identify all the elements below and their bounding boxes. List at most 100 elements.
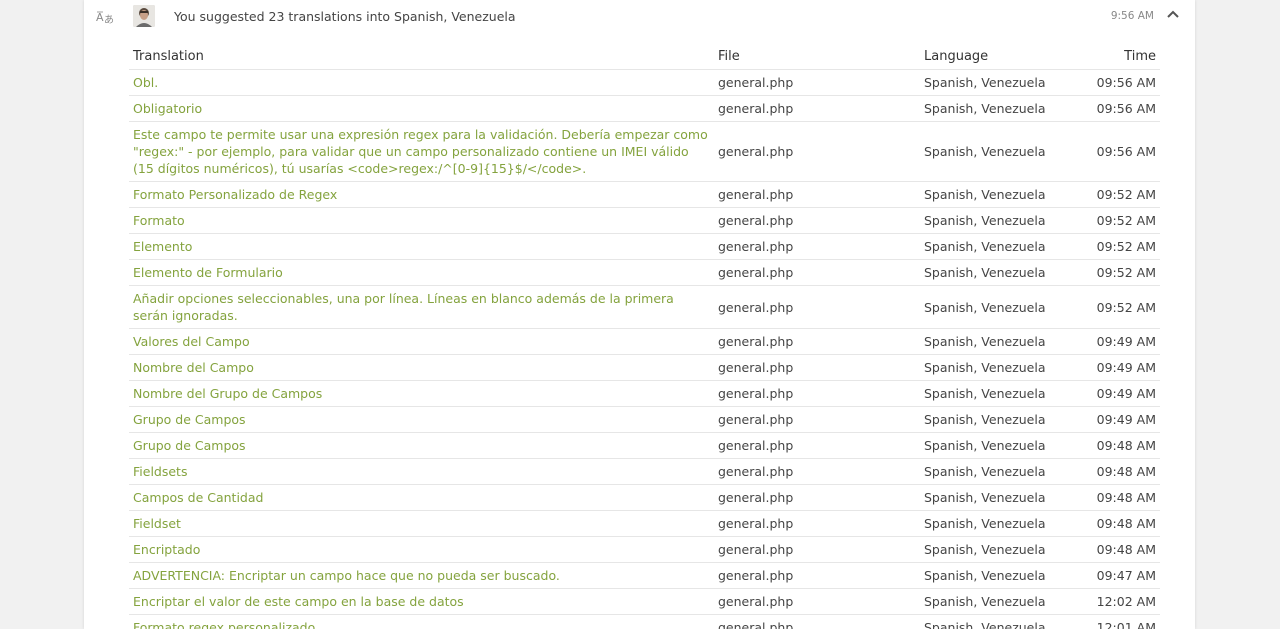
table-row: Encriptar el valor de este campo en la b… (129, 588, 1160, 615)
time-cell: 09:52 AM (1080, 259, 1160, 286)
language-cell: Spanish, Venezuela (920, 285, 1080, 329)
language-cell: Spanish, Venezuela (920, 536, 1080, 563)
file-cell: general.php (714, 121, 920, 182)
activity-time: 9:56 AM (1110, 10, 1154, 22)
language-cell: Spanish, Venezuela (920, 328, 1080, 355)
translation-link[interactable]: Obl. (133, 75, 158, 90)
table-row: Obl. general.php Spanish, Venezuela 09:5… (129, 69, 1160, 96)
chevron-up-icon[interactable] (1165, 6, 1181, 20)
file-cell: general.php (714, 614, 920, 629)
translation-link[interactable]: Obligatorio (133, 101, 202, 116)
table-row: Nombre del Grupo de Campos general.php S… (129, 380, 1160, 407)
translation-link[interactable]: Añadir opciones seleccionables, una por … (133, 291, 674, 323)
table-row: Añadir opciones seleccionables, una por … (129, 285, 1160, 329)
table-row: Encriptado general.php Spanish, Venezuel… (129, 536, 1160, 563)
translation-link[interactable]: Formato regex personalizado... (133, 620, 327, 629)
time-cell: 09:47 AM (1080, 562, 1160, 589)
time-cell: 09:52 AM (1080, 233, 1160, 260)
translation-link[interactable]: Grupo de Campos (133, 438, 246, 453)
time-cell: 09:52 AM (1080, 207, 1160, 234)
table-row: Valores del Campo general.php Spanish, V… (129, 328, 1160, 355)
language-cell: Spanish, Venezuela (920, 121, 1080, 182)
activity-card: A あ You suggested 23 translations into S… (84, 0, 1195, 629)
file-cell: general.php (714, 458, 920, 485)
translations-table: Translation File Language Time Obl. gene… (129, 43, 1160, 629)
activity-headline: You suggested 23 translations into Spani… (174, 9, 516, 24)
time-cell: 12:01 AM (1080, 614, 1160, 629)
file-cell: general.php (714, 354, 920, 381)
file-cell: general.php (714, 285, 920, 329)
translation-link[interactable]: ADVERTENCIA: Encriptar un campo hace que… (133, 568, 560, 583)
table-row: Grupo de Campos general.php Spanish, Ven… (129, 432, 1160, 459)
time-cell: 09:49 AM (1080, 406, 1160, 433)
file-cell: general.php (714, 510, 920, 537)
table-row: Grupo de Campos general.php Spanish, Ven… (129, 406, 1160, 433)
table-row: Campos de Cantidad general.php Spanish, … (129, 484, 1160, 511)
table-row: Elemento de Formulario general.php Spani… (129, 259, 1160, 286)
header-translation: Translation (129, 43, 714, 70)
language-cell: Spanish, Venezuela (920, 510, 1080, 537)
language-cell: Spanish, Venezuela (920, 95, 1080, 122)
translation-link[interactable]: Valores del Campo (133, 334, 250, 349)
translate-icon: A あ (96, 9, 116, 26)
table-row: Formato general.php Spanish, Venezuela 0… (129, 207, 1160, 234)
language-cell: Spanish, Venezuela (920, 432, 1080, 459)
translation-link[interactable]: Elemento (133, 239, 192, 254)
file-cell: general.php (714, 207, 920, 234)
language-cell: Spanish, Venezuela (920, 259, 1080, 286)
language-cell: Spanish, Venezuela (920, 233, 1080, 260)
file-cell: general.php (714, 233, 920, 260)
translation-link[interactable]: Nombre del Campo (133, 360, 254, 375)
file-cell: general.php (714, 259, 920, 286)
time-cell: 09:48 AM (1080, 510, 1160, 537)
time-cell: 09:52 AM (1080, 285, 1160, 329)
file-cell: general.php (714, 562, 920, 589)
time-cell: 09:49 AM (1080, 328, 1160, 355)
file-cell: general.php (714, 95, 920, 122)
translation-link[interactable]: Encriptado (133, 542, 200, 557)
file-cell: general.php (714, 406, 920, 433)
language-cell: Spanish, Venezuela (920, 207, 1080, 234)
language-cell: Spanish, Venezuela (920, 354, 1080, 381)
translation-link[interactable]: Fieldset (133, 516, 181, 531)
time-cell: 09:48 AM (1080, 458, 1160, 485)
file-cell: general.php (714, 432, 920, 459)
file-cell: general.php (714, 328, 920, 355)
translation-link[interactable]: Fieldsets (133, 464, 187, 479)
time-cell: 09:49 AM (1080, 354, 1160, 381)
user-avatar[interactable] (133, 5, 155, 27)
header-file: File (714, 43, 920, 70)
table-row: Formato regex personalizado... general.p… (129, 614, 1160, 629)
file-cell: general.php (714, 181, 920, 208)
translation-link[interactable]: Campos de Cantidad (133, 490, 263, 505)
table-row: Formato Personalizado de Regex general.p… (129, 181, 1160, 208)
translation-link[interactable]: Nombre del Grupo de Campos (133, 386, 322, 401)
translation-link[interactable]: Formato (133, 213, 185, 228)
time-cell: 12:02 AM (1080, 588, 1160, 615)
translation-link[interactable]: Formato Personalizado de Regex (133, 187, 337, 202)
table-row: ADVERTENCIA: Encriptar un campo hace que… (129, 562, 1160, 589)
time-cell: 09:56 AM (1080, 121, 1160, 182)
table-row: Este campo te permite usar una expresión… (129, 121, 1160, 182)
time-cell: 09:56 AM (1080, 69, 1160, 96)
file-cell: general.php (714, 69, 920, 96)
translation-link[interactable]: Este campo te permite usar una expresión… (133, 127, 708, 176)
header-time: Time (1080, 43, 1160, 70)
time-cell: 09:48 AM (1080, 484, 1160, 511)
table-row: Fieldset general.php Spanish, Venezuela … (129, 510, 1160, 537)
file-cell: general.php (714, 588, 920, 615)
language-cell: Spanish, Venezuela (920, 562, 1080, 589)
time-cell: 09:48 AM (1080, 432, 1160, 459)
language-cell: Spanish, Venezuela (920, 588, 1080, 615)
language-cell: Spanish, Venezuela (920, 380, 1080, 407)
language-cell: Spanish, Venezuela (920, 614, 1080, 629)
svg-text:A: A (96, 11, 104, 24)
language-cell: Spanish, Venezuela (920, 406, 1080, 433)
language-cell: Spanish, Venezuela (920, 69, 1080, 96)
table-row: Elemento general.php Spanish, Venezuela … (129, 233, 1160, 260)
translation-link[interactable]: Encriptar el valor de este campo en la b… (133, 594, 464, 609)
table-row: Fieldsets general.php Spanish, Venezuela… (129, 458, 1160, 485)
translation-link[interactable]: Elemento de Formulario (133, 265, 283, 280)
language-cell: Spanish, Venezuela (920, 484, 1080, 511)
translation-link[interactable]: Grupo de Campos (133, 412, 246, 427)
